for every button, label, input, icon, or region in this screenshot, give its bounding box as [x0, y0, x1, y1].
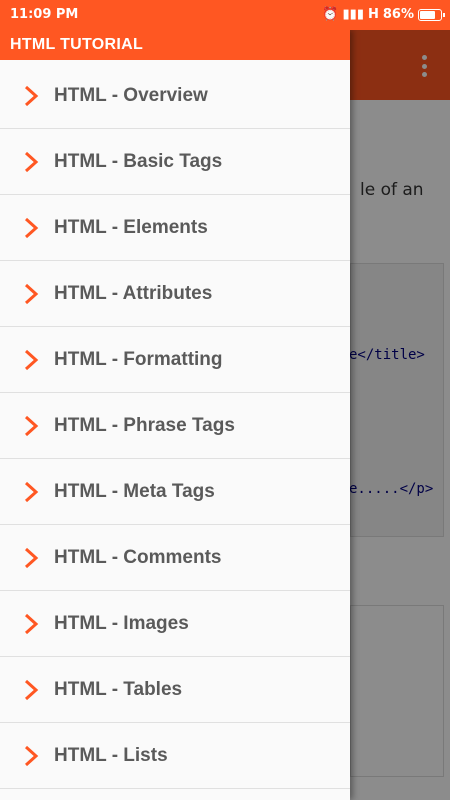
- menu-item-label: HTML - Images: [54, 613, 189, 634]
- battery-icon: [418, 8, 445, 21]
- menu-item-meta-tags[interactable]: HTML - Meta Tags: [0, 459, 350, 525]
- menu-item-elements[interactable]: HTML - Elements: [0, 195, 350, 261]
- chevron-right-icon: [24, 679, 39, 701]
- chevron-right-icon: [24, 745, 39, 767]
- menu-item-label: HTML - Attributes: [54, 283, 213, 304]
- menu-item-attributes[interactable]: HTML - Attributes: [0, 261, 350, 327]
- menu-item-label: HTML - Lists: [54, 745, 168, 766]
- menu-item-label: HTML - Tables: [54, 679, 183, 700]
- menu-item-tables[interactable]: HTML - Tables: [0, 657, 350, 723]
- status-time: 11:09 PM: [10, 7, 79, 22]
- menu-item-label: HTML - Phrase Tags: [54, 415, 235, 436]
- chevron-right-icon: [24, 283, 39, 305]
- chevron-right-icon: [24, 613, 39, 635]
- chevron-right-icon: [24, 85, 39, 107]
- menu-item-label: HTML - Comments: [54, 547, 222, 568]
- menu-item-lists[interactable]: HTML - Lists: [0, 723, 350, 789]
- menu-item-label: HTML - Meta Tags: [54, 481, 215, 502]
- network-type: H: [367, 7, 379, 22]
- battery-percent: 86%: [382, 7, 414, 22]
- status-bar: 11:09 PM ⏰ ▮▮▮ H 86%: [0, 0, 450, 30]
- drawer-menu: HTML - Overview HTML - Basic Tags HTML -…: [0, 63, 350, 789]
- menu-item-phrase-tags[interactable]: HTML - Phrase Tags: [0, 393, 350, 459]
- chevron-right-icon: [24, 349, 39, 371]
- menu-item-label: HTML - Formatting: [54, 349, 223, 370]
- menu-item-formatting[interactable]: HTML - Formatting: [0, 327, 350, 393]
- drawer-header: HTML TUTORIAL: [0, 30, 350, 60]
- alarm-icon: ⏰: [322, 7, 339, 22]
- status-icons: ⏰ ▮▮▮ H 86%: [322, 7, 445, 22]
- menu-item-images[interactable]: HTML - Images: [0, 591, 350, 657]
- drawer-title: HTML TUTORIAL: [10, 36, 144, 53]
- chevron-right-icon: [24, 415, 39, 437]
- menu-item-label: HTML - Elements: [54, 217, 208, 238]
- chevron-right-icon: [24, 481, 39, 503]
- chevron-right-icon: [24, 217, 39, 239]
- signal-icon: ▮▮▮: [342, 7, 364, 22]
- menu-item-label: HTML - Basic Tags: [54, 151, 223, 172]
- menu-item-basic-tags[interactable]: HTML - Basic Tags: [0, 129, 350, 195]
- navigation-drawer: HTML TUTORIAL HTML - Overview HTML - Bas…: [0, 30, 350, 800]
- menu-item-label: HTML - Overview: [54, 85, 208, 106]
- chevron-right-icon: [24, 547, 39, 569]
- menu-item-overview[interactable]: HTML - Overview: [0, 63, 350, 129]
- menu-item-comments[interactable]: HTML - Comments: [0, 525, 350, 591]
- chevron-right-icon: [24, 151, 39, 173]
